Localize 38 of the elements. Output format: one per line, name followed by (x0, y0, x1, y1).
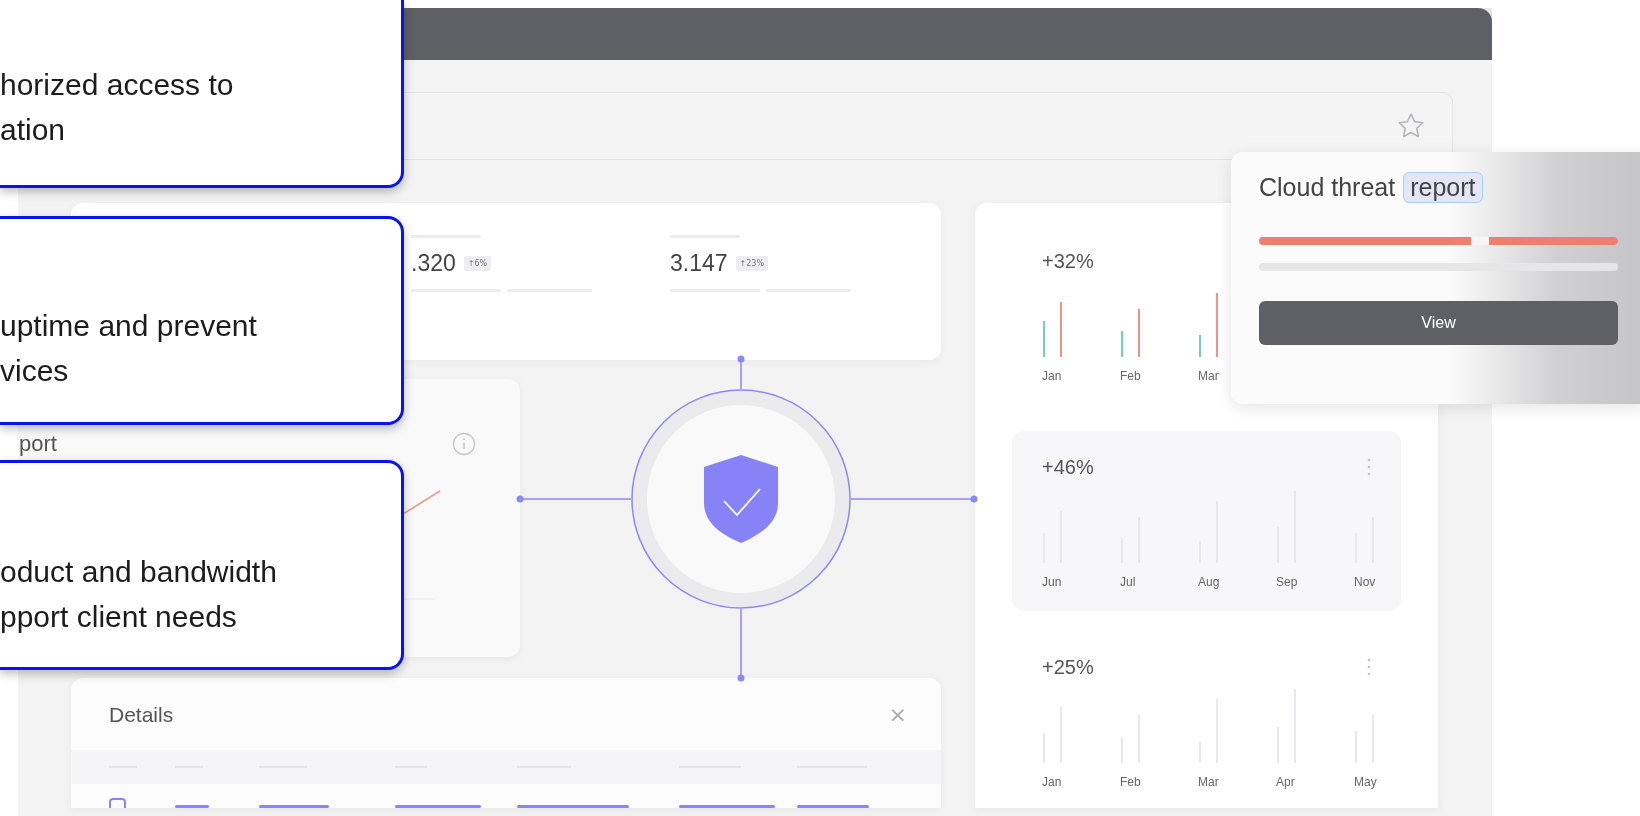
stat-value: 3.147 (670, 250, 728, 277)
month-label: Sep (1276, 575, 1299, 589)
card-title: Cloud threat (1259, 173, 1396, 202)
change-badge: ↑23% (735, 256, 769, 271)
card-title: Details (109, 703, 174, 727)
callout-text: vices (0, 353, 69, 389)
month-label: Jan (1042, 369, 1063, 383)
kebab-menu-icon[interactable] (1367, 658, 1371, 676)
month-label: Aug (1198, 575, 1221, 589)
card-title: port (19, 431, 57, 457)
kebab-menu-icon[interactable] (1367, 458, 1371, 476)
callout-text: horized access to (0, 67, 234, 103)
change-percent: +32% (1042, 249, 1094, 273)
callout-text: ation (0, 112, 66, 148)
cell-placeholder-bar (797, 804, 869, 808)
month-label: Jul (1120, 575, 1137, 589)
view-button[interactable]: View (1259, 301, 1618, 345)
shield-check-icon (704, 455, 778, 543)
callout-text: oduct and bandwidth (0, 554, 277, 590)
month-label: May (1354, 775, 1378, 789)
callout-text: uptime and prevent (0, 308, 257, 344)
month-label: Feb (1120, 775, 1142, 789)
month-label: Mar (1198, 369, 1220, 383)
change-percent: +25% (1042, 655, 1094, 679)
cell-placeholder-bar (259, 804, 329, 808)
month-label: Apr (1276, 775, 1296, 789)
month-label: Jan (1042, 775, 1063, 789)
month-label: Feb (1120, 369, 1142, 383)
month-label: Jun (1042, 575, 1063, 589)
month-label: Nov (1354, 575, 1377, 589)
month-label: Mar (1198, 775, 1220, 789)
highlighted-tag: report (1403, 172, 1483, 203)
change-percent: +46% (1042, 455, 1094, 479)
stat-value: .320 (411, 250, 456, 277)
callout-text: pport client needs (0, 599, 237, 635)
info-icon[interactable] (452, 432, 476, 456)
cell-placeholder-bar (175, 804, 209, 808)
change-badge: ↑6% (463, 256, 492, 271)
